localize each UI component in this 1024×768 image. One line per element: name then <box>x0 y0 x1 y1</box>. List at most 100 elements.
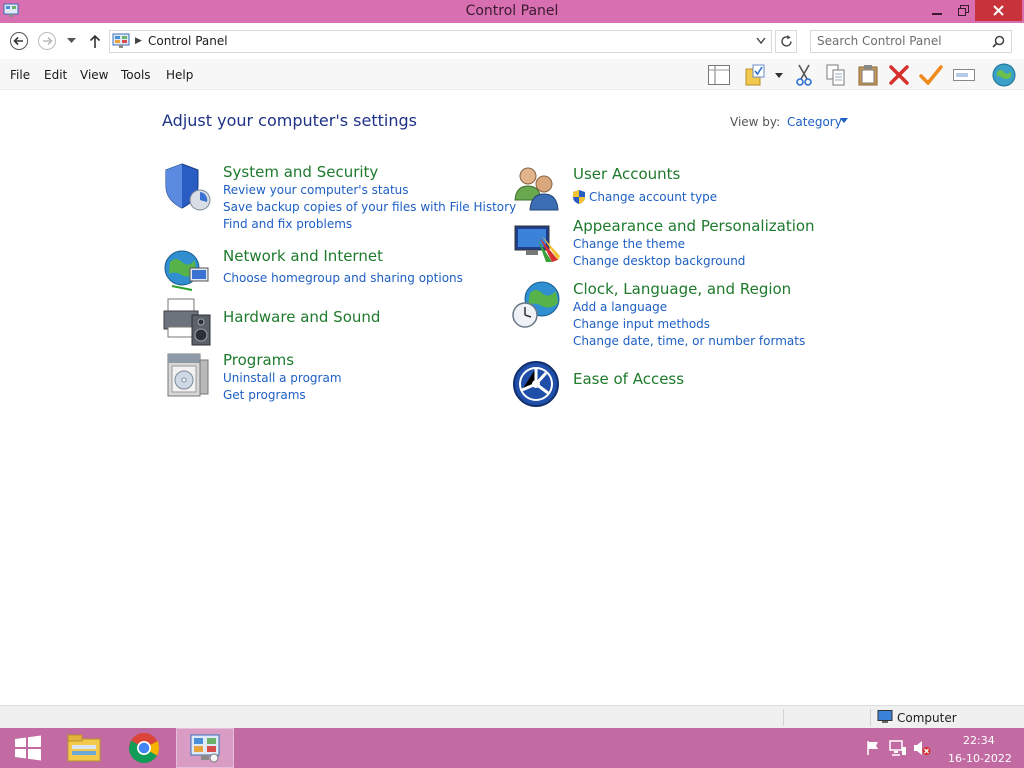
chrome-icon <box>129 733 160 764</box>
taskbar-control-panel[interactable] <box>176 728 234 768</box>
volume-muted-icon[interactable] <box>913 740 931 756</box>
cut-icon <box>796 64 812 86</box>
close-button[interactable] <box>975 0 1022 21</box>
layout-pane-icon <box>708 65 730 85</box>
ease-of-access-icon[interactable] <box>512 359 562 409</box>
clock-date[interactable]: 16-10-2022 <box>948 752 1012 765</box>
shield-icon[interactable] <box>162 162 212 212</box>
view-by-label: View by: <box>730 115 781 129</box>
address-dropdown-icon[interactable] <box>756 37 766 45</box>
category-title[interactable]: Network and Internet <box>223 247 383 265</box>
minimize-button[interactable] <box>923 0 951 21</box>
category-title[interactable]: Programs <box>223 351 294 369</box>
category-title[interactable]: Ease of Access <box>573 370 684 388</box>
minimize-icon <box>932 12 942 15</box>
properties-button[interactable] <box>744 63 768 87</box>
search-icon[interactable] <box>992 35 1005 48</box>
breadcrumb-control-panel[interactable]: Control Panel <box>148 34 228 48</box>
link-change-date-formats[interactable]: Change date, time, or number formats <box>573 334 805 348</box>
layout-pane-button[interactable] <box>706 63 732 87</box>
paste-button[interactable] <box>856 63 880 87</box>
start-button[interactable] <box>0 728 56 768</box>
status-location: Computer <box>897 711 957 725</box>
windows-start-icon <box>15 735 41 761</box>
refresh-button[interactable] <box>775 30 797 53</box>
link-review-status[interactable]: Review your computer's status <box>223 183 409 197</box>
taskbar <box>0 728 1024 768</box>
rename-button[interactable] <box>951 63 977 87</box>
status-bar: Computer <box>0 705 1024 728</box>
paste-icon <box>858 65 878 86</box>
category-network-and-internet: Network and Internet Choose homegroup an… <box>162 246 492 296</box>
properties-dropdown-button[interactable] <box>772 63 786 87</box>
taskbar-chrome[interactable] <box>116 728 172 768</box>
category-clock-language-region: Clock, Language, and Region Add a langua… <box>512 279 842 349</box>
breadcrumb-separator-icon[interactable]: ▶ <box>135 36 142 46</box>
link-get-programs[interactable]: Get programs <box>223 388 306 402</box>
link-change-theme[interactable]: Change the theme <box>573 237 685 251</box>
network-globe-icon[interactable] <box>162 246 212 296</box>
refresh-icon <box>780 35 792 47</box>
check-button[interactable] <box>918 63 944 87</box>
category-system-and-security: System and Security Review your computer… <box>162 162 516 232</box>
monitor-paint-icon[interactable] <box>512 216 562 266</box>
up-button[interactable] <box>86 30 104 52</box>
network-icon[interactable] <box>889 740 907 756</box>
link-change-account-type[interactable]: Change account type <box>589 190 717 204</box>
recent-locations-button[interactable] <box>64 30 78 52</box>
link-homegroup-sharing[interactable]: Choose homegroup and sharing options <box>223 271 463 285</box>
globe-button[interactable] <box>990 63 1018 87</box>
view-by-dropdown[interactable]: Category <box>787 115 842 129</box>
status-divider <box>870 709 871 726</box>
menu-view[interactable]: View <box>80 68 108 82</box>
link-find-fix-problems[interactable]: Find and fix problems <box>223 217 352 231</box>
window-title: Control Panel <box>465 3 559 19</box>
restore-button[interactable] <box>949 0 977 21</box>
globe-icon <box>992 63 1016 87</box>
control-panel-icon <box>190 734 220 763</box>
chevron-down-icon <box>66 38 76 43</box>
page-title: Adjust your computer's settings <box>162 111 417 130</box>
programs-box-icon[interactable] <box>162 350 212 400</box>
up-arrow-icon <box>89 34 101 48</box>
menu-bar: File Edit View Tools Help <box>0 59 1024 90</box>
address-field[interactable]: ▶ Control Panel <box>109 30 772 53</box>
category-title[interactable]: Clock, Language, and Region <box>573 280 791 298</box>
link-change-input-methods[interactable]: Change input methods <box>573 317 710 331</box>
copy-button[interactable] <box>824 63 848 87</box>
delete-button[interactable] <box>887 63 911 87</box>
category-title[interactable]: System and Security <box>223 163 378 181</box>
printer-speaker-icon[interactable] <box>162 297 212 347</box>
category-title[interactable]: Hardware and Sound <box>223 308 380 326</box>
copy-icon <box>826 64 845 86</box>
clock-globe-icon[interactable] <box>512 279 562 329</box>
title-bar: Control Panel <box>0 0 1024 23</box>
forward-arrow-icon <box>38 32 56 50</box>
forward-button[interactable] <box>36 30 58 52</box>
category-programs: Programs Uninstall a program Get program… <box>162 350 492 402</box>
link-uninstall-program[interactable]: Uninstall a program <box>223 371 342 385</box>
taskbar-file-explorer[interactable] <box>56 728 112 768</box>
category-user-accounts: User Accounts Change account type <box>512 164 842 214</box>
link-file-history[interactable]: Save backup copies of your files with Fi… <box>223 200 516 214</box>
link-add-language[interactable]: Add a language <box>573 300 667 314</box>
menu-file[interactable]: File <box>10 68 30 82</box>
category-title[interactable]: User Accounts <box>573 165 680 183</box>
chevron-down-icon[interactable] <box>840 118 848 123</box>
uac-shield-icon <box>573 190 585 204</box>
menu-tools[interactable]: Tools <box>121 68 151 82</box>
restore-icon <box>957 5 969 16</box>
clock-time[interactable]: 22:34 <box>963 734 995 747</box>
users-icon[interactable] <box>512 164 562 214</box>
menu-edit[interactable]: Edit <box>44 68 67 82</box>
search-input[interactable] <box>817 34 985 48</box>
menu-help[interactable]: Help <box>166 68 193 82</box>
link-change-desktop-background[interactable]: Change desktop background <box>573 254 745 268</box>
category-title[interactable]: Appearance and Personalization <box>573 217 815 235</box>
category-appearance-and-personalization: Appearance and Personalization Change th… <box>512 216 842 270</box>
properties-folder-icon <box>745 64 765 86</box>
search-box[interactable] <box>810 30 1012 53</box>
cut-button[interactable] <box>792 63 816 87</box>
action-center-flag-icon[interactable] <box>865 740 881 756</box>
back-button[interactable] <box>8 30 30 52</box>
